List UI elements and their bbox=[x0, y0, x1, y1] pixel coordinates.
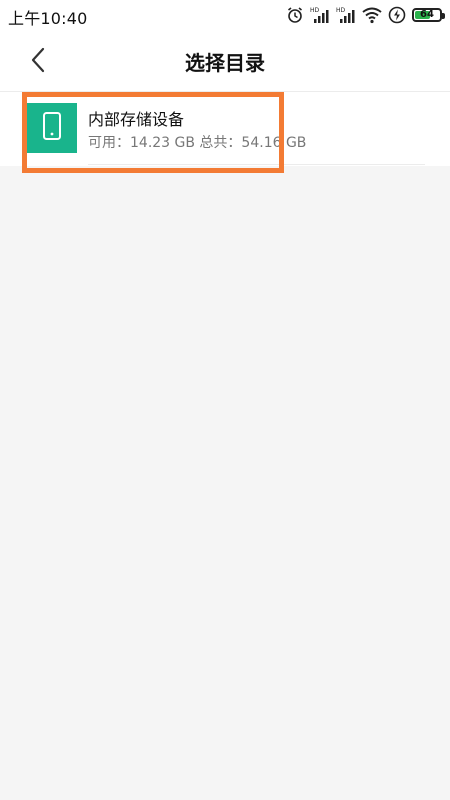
storage-list: 内部存储设备 可用：14.23 GB 总共：54.16 GB bbox=[0, 92, 450, 166]
page-title: 选择目录 bbox=[185, 51, 265, 75]
storage-item-internal[interactable]: 内部存储设备 可用：14.23 GB 总共：54.16 GB bbox=[0, 92, 450, 166]
battery-icon: 64 bbox=[412, 8, 445, 22]
status-icons: HD HD 64 bbox=[286, 6, 445, 24]
header: 选择目录 bbox=[0, 30, 450, 92]
storage-info: 可用：14.23 GB 总共：54.16 GB bbox=[88, 135, 307, 151]
signal-hd-icon: HD bbox=[336, 6, 356, 24]
item-divider bbox=[88, 164, 425, 165]
storage-name: 内部存储设备 bbox=[88, 110, 185, 129]
status-bar: 上午10:40 HD HD 64 bbox=[0, 0, 450, 30]
charging-icon bbox=[388, 6, 406, 24]
status-time: 上午10:40 bbox=[8, 9, 88, 28]
signal-hd-icon: HD bbox=[310, 6, 330, 24]
svg-text:HD: HD bbox=[336, 7, 346, 14]
wifi-icon bbox=[362, 6, 382, 24]
storage-icon-tile bbox=[27, 103, 77, 153]
phone-icon bbox=[41, 111, 63, 145]
svg-text:HD: HD bbox=[310, 7, 320, 14]
battery-level: 64 bbox=[420, 9, 434, 20]
alarm-icon bbox=[286, 6, 304, 24]
